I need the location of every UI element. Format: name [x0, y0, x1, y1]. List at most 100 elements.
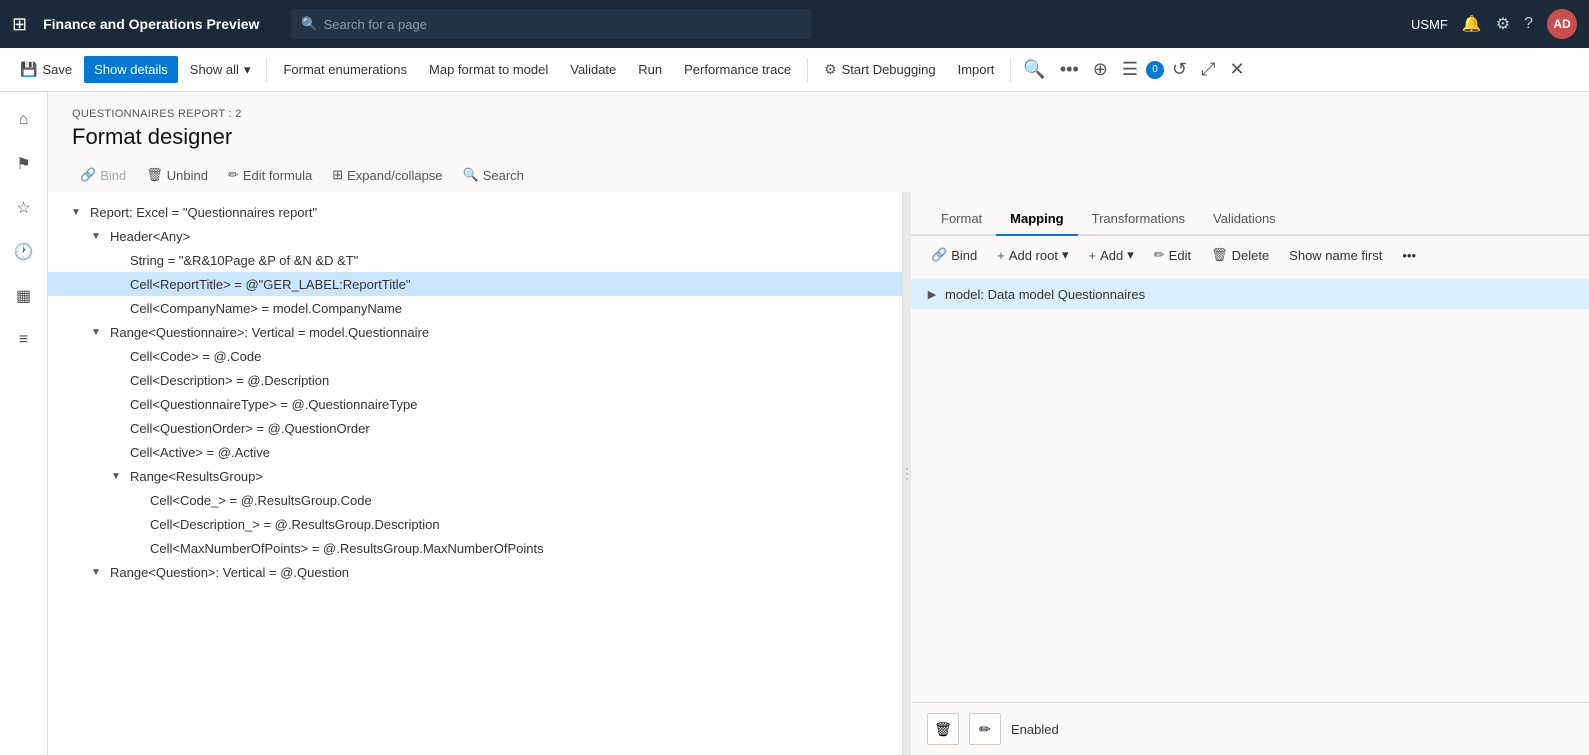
tree-toggle-icon [108, 420, 124, 436]
tree-row[interactable]: ▼Report: Excel = "Questionnaires report" [48, 200, 902, 224]
sidebar-item-star[interactable]: ☆ [4, 188, 44, 228]
expand-icon: ⊞ [332, 167, 343, 183]
sidebar-item-list[interactable]: ≡ [4, 320, 44, 360]
unbind-button[interactable]: 🗑 Unbind [138, 162, 216, 188]
add-button[interactable]: + Add ▾ [1081, 242, 1142, 268]
tree-row[interactable]: ▼Range<Questionnaire>: Vertical = model.… [48, 320, 902, 344]
tab-format[interactable]: Format [927, 203, 996, 236]
search-button[interactable]: 🔍 Search [455, 162, 532, 188]
tree-row[interactable]: ▼Header<Any> [48, 224, 902, 248]
sep-3 [1010, 58, 1011, 82]
tab-transformations[interactable]: Transformations [1078, 203, 1199, 236]
import-button[interactable]: Import [948, 56, 1005, 83]
tree-toggle-icon[interactable]: ▼ [88, 228, 104, 244]
chevron-down-icon: ▾ [244, 62, 251, 78]
expand-collapse-button[interactable]: ⊞ Expand/collapse [324, 162, 450, 188]
tree-row[interactable]: Cell<QuestionnaireType> = @.Questionnair… [48, 392, 902, 416]
mapping-pane: Format Mapping Transformations Validatio… [911, 192, 1589, 755]
tree-row[interactable]: Cell<MaxNumberOfPoints> = @.ResultsGroup… [48, 536, 902, 560]
refresh-icon[interactable]: ↺ [1166, 55, 1193, 84]
link-icon: 🔗 [80, 167, 96, 183]
map-format-to-model-button[interactable]: Map format to model [419, 56, 558, 83]
tree-row[interactable]: Cell<Code> = @.Code [48, 344, 902, 368]
main-layout: ⌂ ⚑ ☆ 🕐 ▦ ≡ QUESTIONNAIRES REPORT : 2 Fo… [0, 92, 1589, 755]
search-toolbar-icon[interactable]: 🔍 [1017, 55, 1051, 84]
show-name-first-button[interactable]: Show name first [1281, 243, 1390, 268]
more-options-icon[interactable]: ••• [1054, 55, 1085, 84]
chevron-down-add: ▾ [1127, 247, 1134, 263]
format-tree-pane: ▼Report: Excel = "Questionnaires report"… [48, 192, 903, 755]
main-toolbar: 💾 Save Show details Show all ▾ Format en… [0, 48, 1589, 92]
expand-icon[interactable]: ⤢ [1195, 55, 1221, 84]
app-title: Finance and Operations Preview [43, 16, 259, 32]
mapping-bind-button[interactable]: 🔗 Bind [923, 242, 985, 268]
add-icon: + [1089, 248, 1097, 263]
grid-icon[interactable]: ⊞ [12, 14, 27, 35]
tree-row[interactable]: Cell<CompanyName> = model.CompanyName [48, 296, 902, 320]
mapping-delete-button[interactable]: 🗑 Delete [1203, 242, 1277, 268]
tree-toggle-icon[interactable]: ▼ [108, 468, 124, 484]
sidebar-toggle-icon[interactable]: ☰ [1116, 55, 1144, 84]
avatar[interactable]: AD [1547, 9, 1577, 39]
edit-bottom-button[interactable]: ✏ [969, 713, 1001, 745]
save-icon: 💾 [20, 61, 37, 78]
tree-toggle-icon [108, 372, 124, 388]
tree-row[interactable]: Cell<ReportTitle> = @"GER_LABEL:ReportTi… [48, 272, 902, 296]
show-all-button[interactable]: Show all ▾ [180, 56, 261, 84]
sep-1 [266, 58, 267, 82]
tree-item-text: Cell<QuestionOrder> = @.QuestionOrder [126, 421, 374, 436]
mapping-tabs: Format Mapping Transformations Validatio… [911, 192, 1589, 236]
pane-divider[interactable] [903, 192, 911, 755]
mapping-bottom: 🗑 ✏ Enabled [911, 702, 1589, 755]
bind-button[interactable]: 🔗 Bind [72, 162, 134, 188]
validate-button[interactable]: Validate [560, 56, 626, 83]
top-nav: ⊞ Finance and Operations Preview 🔍 USMF … [0, 0, 1589, 48]
tree-row[interactable]: String = "&R&10Page &P of &N &D &T" [48, 248, 902, 272]
sidebar-item-clock[interactable]: 🕐 [4, 232, 44, 272]
split-pane: ▼Report: Excel = "Questionnaires report"… [48, 192, 1589, 755]
tree-item-text: Cell<ReportTitle> = @"GER_LABEL:ReportTi… [126, 277, 415, 292]
format-enumerations-button[interactable]: Format enumerations [273, 56, 417, 83]
tree-toggle-icon[interactable]: ▼ [88, 564, 104, 580]
tab-mapping[interactable]: Mapping [996, 203, 1077, 236]
edit-formula-button[interactable]: ✏ Edit formula [220, 162, 320, 188]
sidebar-item-home[interactable]: ⌂ [4, 100, 44, 140]
tree-row[interactable]: Cell<Description_> = @.ResultsGroup.Desc… [48, 512, 902, 536]
trash-icon: 🗑 [146, 167, 163, 183]
global-search-input[interactable] [324, 17, 802, 32]
close-icon[interactable]: ✕ [1223, 55, 1250, 84]
tree-item-text: Report: Excel = "Questionnaires report" [86, 205, 321, 220]
start-debugging-button[interactable]: ⚙ Start Debugging [814, 55, 946, 84]
mapping-edit-button[interactable]: ✏ Edit [1146, 242, 1199, 268]
tree-row[interactable]: ▼Range<Question>: Vertical = @.Question [48, 560, 902, 584]
add-root-button[interactable]: + Add root ▾ [989, 242, 1076, 268]
mapping-more-button[interactable]: ••• [1394, 243, 1424, 268]
sidebar-item-filter[interactable]: ⚑ [4, 144, 44, 184]
mapping-row[interactable]: ▶model: Data model Questionnaires [911, 279, 1589, 309]
tree-row[interactable]: Cell<Description> = @.Description [48, 368, 902, 392]
more-dots-icon: ••• [1402, 248, 1416, 263]
notification-icon[interactable]: 🔔 [1462, 14, 1482, 34]
run-button[interactable]: Run [628, 56, 672, 83]
show-details-button[interactable]: Show details [84, 56, 178, 83]
help-icon[interactable]: ? [1524, 15, 1533, 33]
tree-row[interactable]: ▼Range<ResultsGroup> [48, 464, 902, 488]
save-button[interactable]: 💾 Save [10, 55, 82, 84]
notification-badge: 0 [1146, 61, 1164, 79]
sidebar-item-grid[interactable]: ▦ [4, 276, 44, 316]
delete-bottom-button[interactable]: 🗑 [927, 713, 959, 745]
tree-toggle-icon[interactable]: ▼ [88, 324, 104, 340]
performance-trace-button[interactable]: Performance trace [674, 56, 801, 83]
mapping-item-text: model: Data model Questionnaires [945, 287, 1145, 302]
tree-toggle-icon [108, 300, 124, 316]
tree-row[interactable]: Cell<Code_> = @.ResultsGroup.Code [48, 488, 902, 512]
sep-2 [807, 58, 808, 82]
edit-bottom-icon: ✏ [979, 721, 991, 738]
tree-row[interactable]: Cell<QuestionOrder> = @.QuestionOrder [48, 416, 902, 440]
tab-validations[interactable]: Validations [1199, 203, 1290, 236]
puzzle-icon[interactable]: ⊕ [1087, 55, 1114, 84]
link-icon-mapping: 🔗 [931, 247, 947, 263]
tree-toggle-icon[interactable]: ▼ [68, 204, 84, 220]
tree-row[interactable]: Cell<Active> = @.Active [48, 440, 902, 464]
settings-icon[interactable]: ⚙ [1496, 14, 1510, 34]
